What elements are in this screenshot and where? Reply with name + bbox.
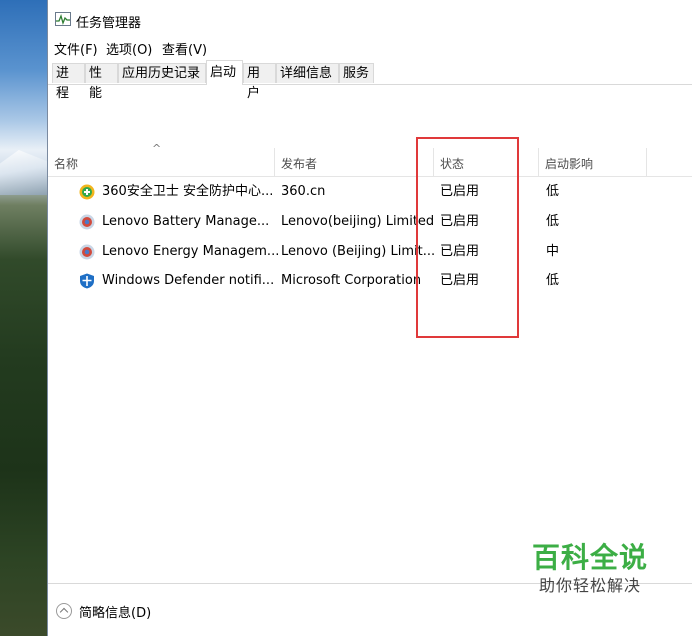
column-status[interactable]: 状态 — [434, 148, 538, 176]
shield-360-icon — [79, 184, 95, 200]
row-status: 已启用 — [440, 214, 480, 229]
row-publisher: Lenovo (Beijing) Limit... — [281, 244, 436, 259]
row-publisher: 360.cn — [281, 184, 326, 199]
tab-performance[interactable]: 性能 — [85, 63, 118, 101]
row-status: 已启用 — [440, 244, 480, 259]
row-impact: 低 — [546, 273, 560, 288]
lenovo-app-icon — [79, 244, 95, 260]
chevron-up-icon — [56, 603, 72, 619]
row-publisher: Microsoft Corporation — [281, 273, 422, 288]
column-publisher[interactable]: 发布者 — [275, 148, 433, 176]
row-status: 已启用 — [440, 273, 480, 288]
table-row[interactable]: Windows Defender notifi... Microsoft Cor… — [48, 266, 692, 296]
row-publisher: Lenovo(beijing) Limited — [281, 214, 435, 229]
row-impact: 低 — [546, 214, 560, 229]
column-name[interactable]: 名称 — [48, 148, 274, 176]
row-impact: 中 — [546, 244, 560, 259]
row-name: Lenovo Battery Manage... — [102, 214, 270, 229]
fewer-details-label: 简略信息(D) — [79, 605, 152, 621]
row-impact: 低 — [546, 184, 560, 199]
table-row[interactable]: Lenovo Battery Manage... Lenovo(beijing)… — [48, 207, 692, 237]
menu-file[interactable]: 文件(F) — [54, 39, 98, 58]
tab-processes[interactable]: 进程 — [52, 63, 85, 101]
lenovo-app-icon — [79, 214, 95, 230]
menu-bar: 文件(F) 选项(O) 查看(V) — [48, 38, 692, 60]
mountain-snow — [0, 150, 47, 195]
table-row[interactable]: 360安全卫士 安全防护中心... 360.cn 已启用 低 — [48, 177, 692, 207]
task-manager-icon — [55, 12, 71, 26]
tab-users[interactable]: 用户 — [243, 63, 276, 101]
table-row[interactable]: Lenovo Energy Managem... Lenovo (Beijing… — [48, 237, 692, 267]
column-header: ^ 名称 发布者 状态 启动影响 — [48, 142, 692, 177]
windows-defender-icon — [80, 273, 94, 289]
window-title: 任务管理器 — [76, 16, 142, 31]
tab-startup[interactable]: 启动 — [206, 60, 243, 85]
watermark-logo: 百科全说 助你轻松解决 — [510, 540, 670, 596]
column-startup-impact[interactable]: 启动影响 — [539, 148, 646, 176]
title-bar[interactable]: 任务管理器 — [48, 0, 692, 38]
desktop-wallpaper — [0, 0, 47, 636]
watermark-main-text: 百科全说 — [531, 541, 648, 574]
fewer-details-button[interactable]: 简略信息(D) — [56, 600, 151, 622]
row-name: 360安全卫士 安全防护中心... — [102, 184, 274, 199]
row-name: Lenovo Energy Managem... — [102, 244, 280, 259]
tab-services[interactable]: 服务 — [339, 63, 374, 83]
tab-details[interactable]: 详细信息 — [276, 63, 339, 83]
tab-bar: 进程 性能 应用历史记录 启动 用户 详细信息 服务 — [48, 60, 692, 101]
tab-app-history[interactable]: 应用历史记录 — [118, 63, 206, 83]
watermark-sub-text: 助你轻松解决 — [538, 576, 641, 595]
column-divider[interactable] — [646, 148, 647, 176]
menu-view[interactable]: 查看(V) — [162, 39, 207, 58]
row-name: Windows Defender notifi... — [102, 273, 275, 288]
menu-options[interactable]: 选项(O) — [106, 39, 152, 58]
row-status: 已启用 — [440, 184, 480, 199]
task-manager-window: 任务管理器 文件(F) 选项(O) 查看(V) 进程 性能 应用历史记录 启动 … — [47, 0, 692, 636]
